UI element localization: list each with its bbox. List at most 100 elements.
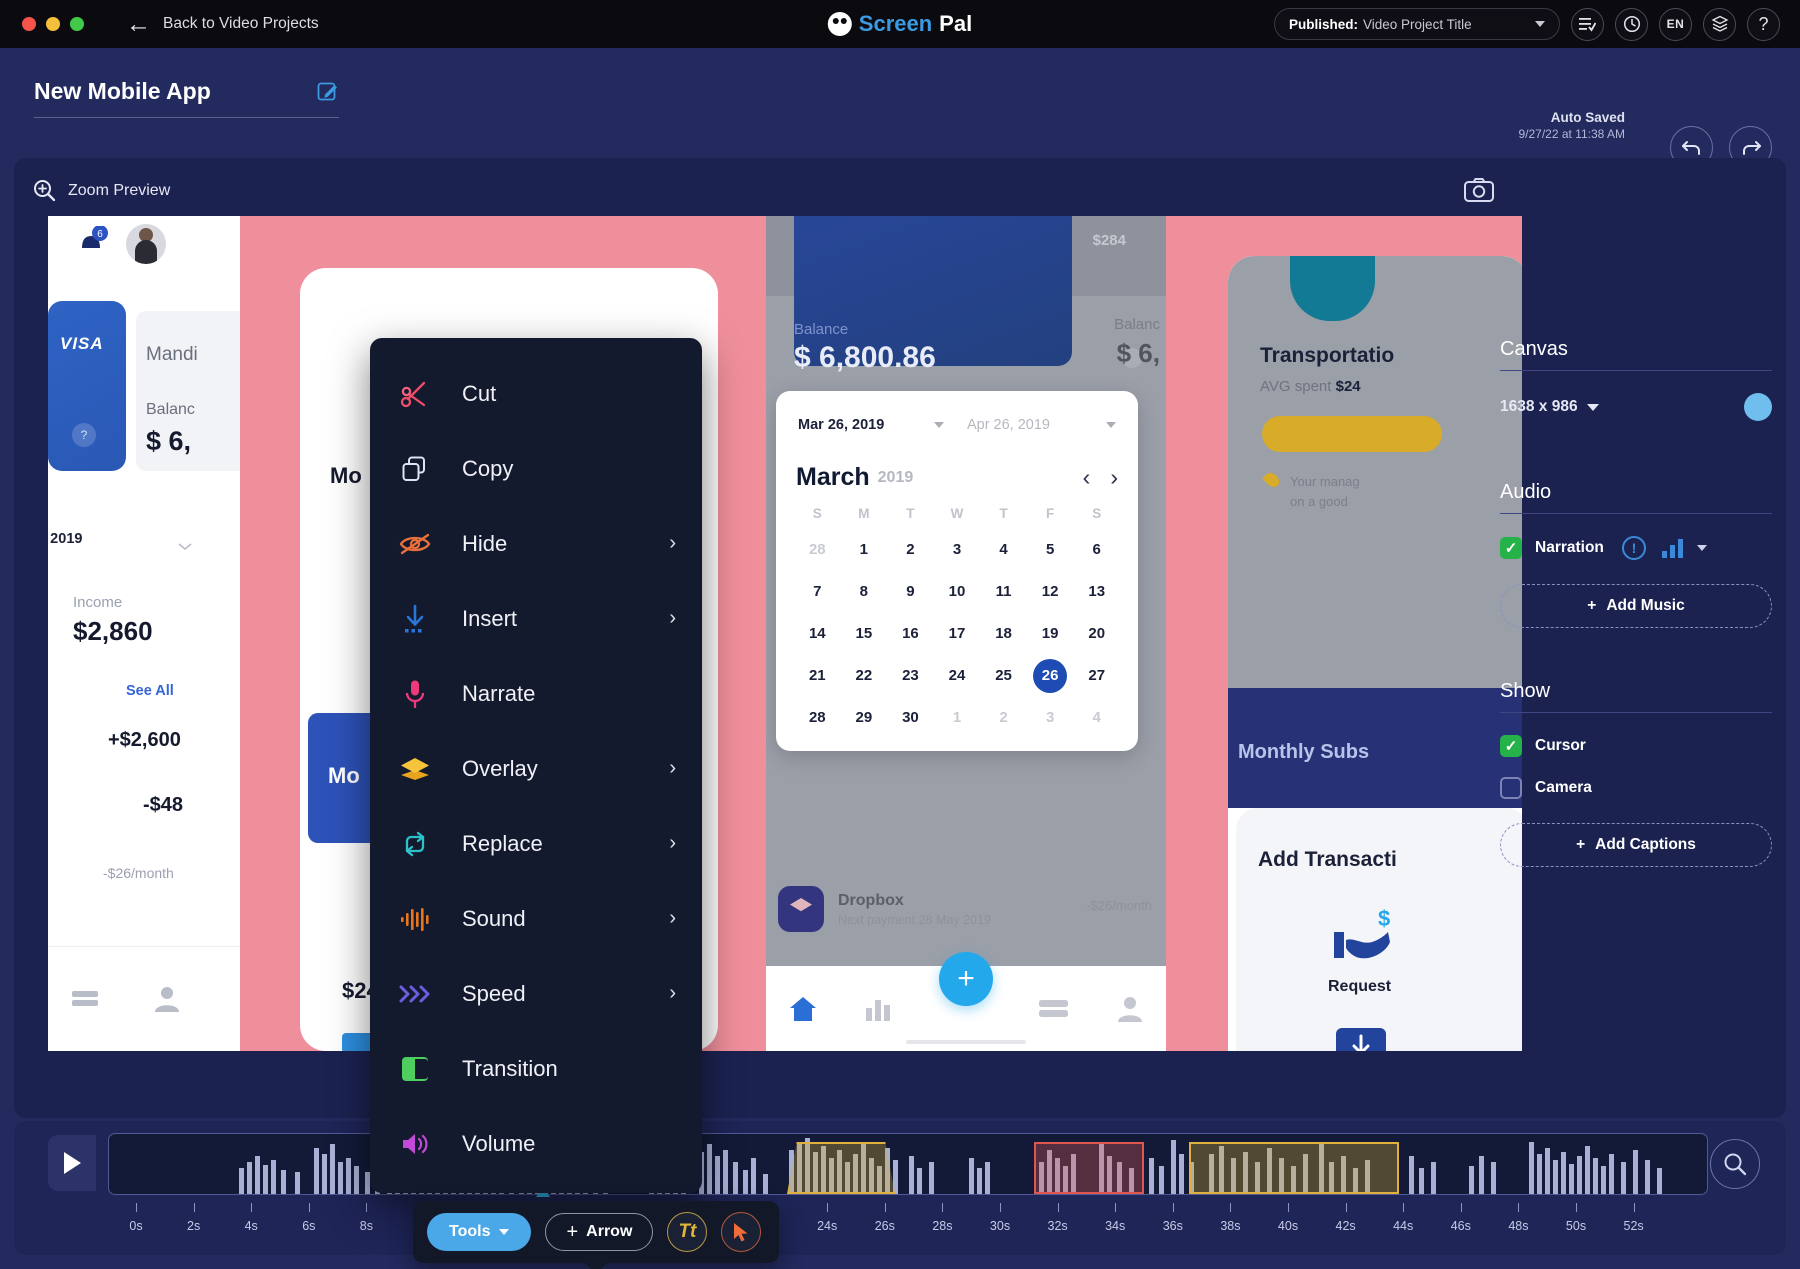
narration-chevron-down-icon[interactable] — [1696, 545, 1707, 551]
canvas-size-chevron-down-icon[interactable] — [1586, 403, 1599, 411]
calendar-day[interactable]: 17 — [934, 621, 981, 647]
calendar-day[interactable]: 15 — [841, 621, 888, 647]
context-menu-item-insert[interactable]: Insert › — [370, 581, 702, 656]
calendar-day[interactable]: 9 — [887, 579, 934, 605]
context-menu-item-transition[interactable]: Transition — [370, 1031, 702, 1106]
calendar-day[interactable]: 1 — [841, 537, 888, 563]
calendar-day[interactable]: 25 — [980, 663, 1027, 689]
calendar-day[interactable]: 24 — [934, 663, 981, 689]
timeline-track[interactable] — [108, 1133, 1708, 1195]
calendar-day[interactable]: 4 — [980, 537, 1027, 563]
calendar-day[interactable]: 3 — [1027, 705, 1074, 731]
calendar-day[interactable]: 12 — [1027, 579, 1074, 605]
help-button[interactable]: ? — [1747, 7, 1780, 41]
layers-button[interactable] — [1703, 7, 1736, 41]
zoom-preview-button[interactable]: Zoom Preview — [32, 178, 170, 203]
calendar-day[interactable]: 11 — [980, 579, 1027, 605]
add-music-button[interactable]: + Add Music — [1500, 584, 1772, 628]
context-menu-item-sound[interactable]: Sound › — [370, 881, 702, 956]
transaction-amount-3-value: -$26 — [103, 865, 132, 881]
cursor-checkbox[interactable]: ✓ — [1500, 735, 1522, 757]
calendar-prev-month-button[interactable]: ‹ — [1083, 466, 1091, 489]
canvas-background-color-swatch[interactable] — [1744, 393, 1772, 421]
add-arrow-button[interactable]: + Arrow — [545, 1213, 654, 1251]
calendar-day[interactable]: 28 — [794, 537, 841, 563]
canvas-size-value[interactable]: 1638 x 986 — [1500, 398, 1578, 416]
context-menu-item-volume[interactable]: Volume — [370, 1106, 702, 1181]
screenshot-camera-button[interactable] — [1464, 178, 1494, 207]
calendar-day[interactable]: 2 — [887, 537, 934, 563]
play-button[interactable] — [48, 1135, 96, 1191]
add-captions-button[interactable]: + Add Captions — [1500, 823, 1772, 867]
narration-checkbox[interactable]: ✓ — [1500, 537, 1522, 559]
calendar-day[interactable]: 19 — [1027, 621, 1074, 647]
calendar-day[interactable]: 6 — [1073, 537, 1120, 563]
calendar-day[interactable]: 10 — [934, 579, 981, 605]
calendar-day-selected[interactable]: 26 — [1027, 663, 1074, 689]
calendar-next-month-button[interactable]: › — [1110, 466, 1118, 489]
calendar-day[interactable]: 13 — [1073, 579, 1120, 605]
editor-body: Zoom Preview 6 VISA ? Mandi Balanc $ 6, … — [14, 158, 1786, 1263]
context-menu-item-copy[interactable]: Copy — [370, 431, 702, 506]
version-history-button[interactable] — [1615, 7, 1648, 41]
calendar-day[interactable]: 2 — [980, 705, 1027, 731]
calendar-day[interactable]: 16 — [887, 621, 934, 647]
calendar-day[interactable]: 21 — [794, 663, 841, 689]
narration-warning-icon[interactable]: ! — [1621, 536, 1646, 560]
chevron-right-icon: › — [669, 907, 676, 929]
language-button[interactable]: EN — [1659, 7, 1692, 41]
maximize-window-button[interactable] — [70, 17, 84, 31]
date-picker-calendar[interactable]: Mar 26, 2019 Apr 26, 2019 March 2019 ‹ › — [776, 391, 1138, 751]
calendar-range-from[interactable]: Mar 26, 2019 — [798, 417, 884, 433]
tools-dropdown-button[interactable]: Tools — [427, 1213, 532, 1251]
calendar-day[interactable]: 27 — [1073, 663, 1120, 689]
calendar-day[interactable]: 3 — [934, 537, 981, 563]
published-project-dropdown[interactable]: Published: Video Project Title — [1274, 8, 1560, 40]
timeline-zoom-button[interactable] — [1710, 1139, 1760, 1189]
back-to-video-projects-button[interactable]: ← Back to Video Projects — [126, 11, 319, 37]
calendar-grid: S M T W T F S 28 1 2 3 4 5 6 7 8 9 10 11 12 13 14 15 16 17 18 19 20… — [794, 506, 1120, 731]
context-menu-item-cut[interactable]: Cut — [370, 356, 702, 431]
context-menu-item-replace[interactable]: Replace › — [370, 806, 702, 881]
context-menu-item-speed[interactable]: Speed › — [370, 956, 702, 1031]
range-from-chevron-down-icon — [934, 422, 945, 428]
timeline-tick — [1172, 1203, 1174, 1212]
calendar-day[interactable]: 20 — [1073, 621, 1120, 647]
narration-level-icon[interactable] — [1661, 538, 1683, 558]
calendar-day[interactable]: 5 — [1027, 537, 1074, 563]
calendar-day[interactable]: 8 — [841, 579, 888, 605]
context-menu-item-narrate[interactable]: Narrate — [370, 656, 702, 731]
close-window-button[interactable] — [22, 17, 36, 31]
calendar-day[interactable]: 4 — [1073, 705, 1120, 731]
timeline-tick — [942, 1203, 944, 1212]
calendar-range-to[interactable]: Apr 26, 2019 — [967, 417, 1050, 433]
context-menu-item-hide[interactable]: Hide › — [370, 506, 702, 581]
edit-pencil-icon[interactable] — [317, 81, 339, 103]
calendar-day[interactable]: 23 — [887, 663, 934, 689]
video-canvas-preview[interactable]: 6 VISA ? Mandi Balanc $ 6, 26, 2019 Inco… — [48, 216, 1522, 1051]
context-menu-item-label: Volume — [462, 1130, 536, 1156]
add-transaction-fab[interactable]: + — [939, 952, 993, 1006]
calendar-day[interactable]: 14 — [794, 621, 841, 647]
svg-text:$: $ — [1378, 906, 1390, 931]
clip-context-menu[interactable]: Cut Copy Hide › Insert › Narrate Overlay › Replac… — [370, 338, 702, 1193]
calendar-day[interactable]: 22 — [841, 663, 888, 689]
timeline-tick-label: 34s — [1105, 1219, 1126, 1233]
playlist-button[interactable] — [1571, 7, 1604, 41]
camera-checkbox[interactable] — [1500, 777, 1522, 799]
minimize-window-button[interactable] — [46, 17, 60, 31]
add-transaction-heading: Add Transacti — [1258, 848, 1397, 871]
text-tool-button[interactable]: Tt — [667, 1212, 708, 1252]
window-titlebar: ← Back to Video Projects Screen Pal Publ… — [0, 0, 1800, 48]
calendar-day[interactable]: 29 — [841, 705, 888, 731]
auto-save-title: Auto Saved — [1550, 110, 1625, 125]
pointer-tool-button[interactable] — [721, 1212, 762, 1252]
calendar-day[interactable]: 7 — [794, 579, 841, 605]
calendar-day[interactable]: 28 — [794, 705, 841, 731]
calendar-day[interactable]: 18 — [980, 621, 1027, 647]
timeline[interactable]: 0s2s4s6s8s10s12s14s16s18s20s22s24s26s28s… — [14, 1107, 1786, 1255]
context-menu-item-overlay[interactable]: Overlay › — [370, 731, 702, 806]
calendar-day[interactable]: 30 — [887, 705, 934, 731]
calendar-day[interactable]: 1 — [934, 705, 981, 731]
project-name-field[interactable]: New Mobile App — [34, 78, 339, 118]
